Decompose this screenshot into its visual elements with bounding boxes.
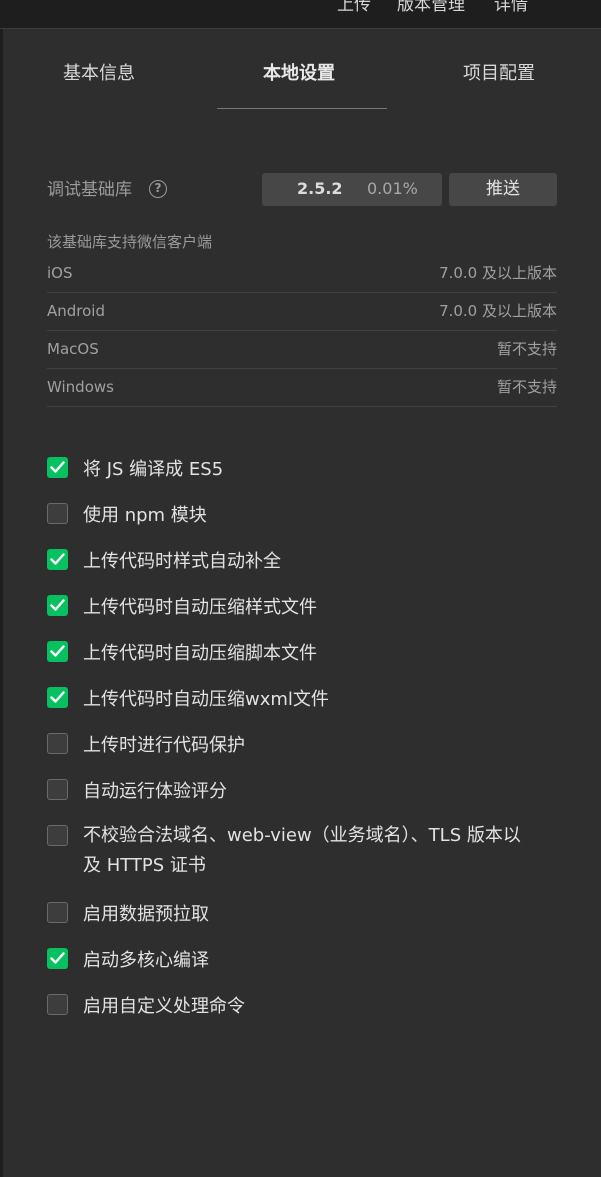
toolbar-details[interactable]: 详情 <box>494 0 528 18</box>
checkbox-checked[interactable] <box>47 457 68 478</box>
option-label: 不校验合法域名、web-view（业务域名）、TLS 版本以及 HTTPS 证书 <box>83 825 521 876</box>
option-label: 自动运行体验评分 <box>83 781 227 802</box>
library-version-select[interactable]: 2.5.2 0.01% <box>262 173 442 206</box>
toolbar-version-management[interactable]: 版本管理 <box>397 0 465 18</box>
checkmark-icon <box>50 461 65 473</box>
checkbox[interactable] <box>47 503 68 524</box>
checkbox-checked[interactable] <box>47 595 68 616</box>
active-tab-indicator <box>217 108 387 109</box>
checkbox[interactable] <box>47 994 68 1015</box>
library-version: 2.5.2 <box>297 179 343 198</box>
platform-row-android: Android 7.0.0 及以上版本 <box>47 293 557 331</box>
platform-row-macos: MacOS 暂不支持 <box>47 331 557 369</box>
checkmark-icon <box>50 599 65 611</box>
question-circle-icon[interactable]: ? <box>149 180 167 198</box>
checkbox-checked[interactable] <box>47 641 68 662</box>
tab-project-config[interactable]: 项目配置 <box>463 62 535 86</box>
checkbox[interactable] <box>47 779 68 800</box>
top-toolbar: 上传 版本管理 详情 <box>0 0 601 29</box>
checkmark-icon <box>50 952 65 964</box>
option-label: 启用数据预拉取 <box>83 904 209 925</box>
platform-status: 暂不支持 <box>496 378 557 396</box>
checkbox[interactable] <box>47 902 68 923</box>
platform-name: MacOS <box>47 340 99 358</box>
platform-status: 7.0.0 及以上版本 <box>439 302 557 320</box>
option-label: 上传时进行代码保护 <box>83 735 245 756</box>
checkbox[interactable] <box>47 733 68 754</box>
settings-panel: 基本信息 本地设置 项目配置 调试基础库 ? 2.5.2 0.01% 推送 该基… <box>3 29 601 1177</box>
tab-basic-info[interactable]: 基本信息 <box>63 62 135 86</box>
platform-row-ios: iOS 7.0.0 及以上版本 <box>47 255 557 293</box>
toolbar-upload[interactable]: 上传 <box>337 0 371 18</box>
tab-local-settings[interactable]: 本地设置 <box>263 62 335 86</box>
option-label: 启用自定义处理命令 <box>83 996 245 1017</box>
option-label: 上传代码时自动压缩wxml文件 <box>83 689 329 710</box>
option-label: 上传代码时自动压缩脚本文件 <box>83 643 317 664</box>
option-label: 启动多核心编译 <box>83 950 209 971</box>
support-title: 该基础库支持微信客户端 <box>47 233 213 251</box>
checkbox[interactable] <box>47 825 68 846</box>
platform-status: 7.0.0 及以上版本 <box>439 264 557 282</box>
platform-name: Windows <box>47 378 114 396</box>
push-button[interactable]: 推送 <box>449 173 557 206</box>
option-label: 将 JS 编译成 ES5 <box>83 459 224 480</box>
debug-library-label: 调试基础库 <box>47 180 132 200</box>
library-usage-percent: 0.01% <box>367 179 418 198</box>
option-label: 使用 npm 模块 <box>83 505 207 526</box>
checkmark-icon <box>50 553 65 565</box>
platform-status: 暂不支持 <box>496 340 557 358</box>
option-label: 上传代码时自动压缩样式文件 <box>83 597 317 618</box>
checkmark-icon <box>50 691 65 703</box>
platform-name: Android <box>47 302 105 320</box>
checkbox-checked[interactable] <box>47 948 68 969</box>
checkmark-icon <box>50 645 65 657</box>
checkbox-checked[interactable] <box>47 549 68 570</box>
checkbox-checked[interactable] <box>47 687 68 708</box>
platform-row-windows: Windows 暂不支持 <box>47 369 557 407</box>
platform-name: iOS <box>47 264 73 282</box>
option-label: 上传代码时样式自动补全 <box>83 551 281 572</box>
